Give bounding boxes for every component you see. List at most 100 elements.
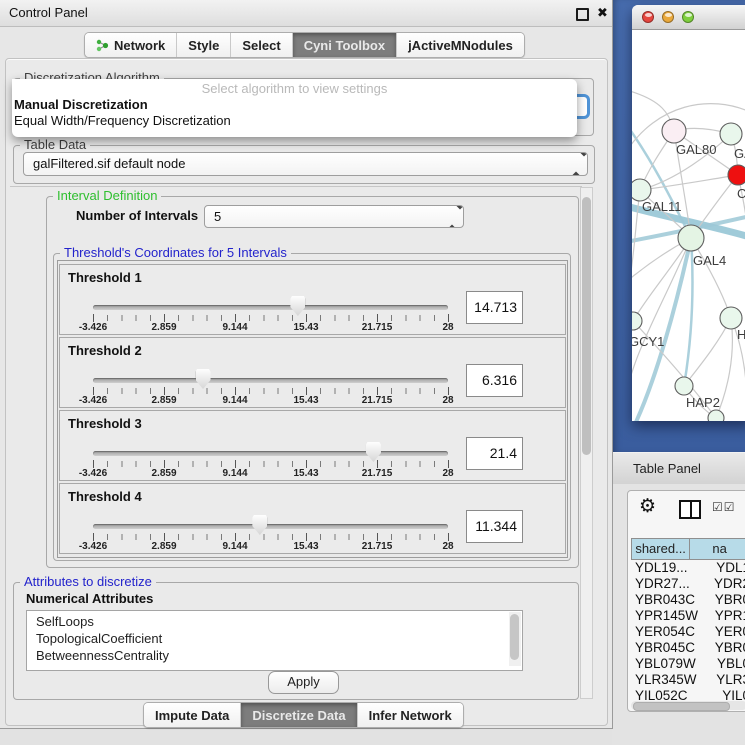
table-panel-titlebar[interactable]: Table Panel [612,452,745,486]
table-cell[interactable]: YBR0 [701,640,745,656]
table-cell[interactable]: YBR043C [631,592,701,608]
table-cell[interactable]: YBL0 [703,656,745,672]
column-header[interactable]: na [690,539,745,559]
table-cell[interactable]: YBR0 [701,592,745,608]
table-row[interactable]: YIL052CYIL0 [631,688,745,700]
table-row[interactable]: YER054CYER0 [631,624,745,640]
close-button[interactable] [642,11,654,23]
slider-handle[interactable] [252,515,267,535]
table-cell[interactable]: YDR2 [700,576,745,592]
window-title: Control Panel [9,5,88,20]
scrollbar-thumb[interactable] [582,197,591,455]
threshold-value-field[interactable]: 14.713 [466,291,523,324]
network-node-label: GAL80 [676,142,716,157]
network-edge[interactable] [640,175,738,190]
combobox-stepper-icon [448,209,456,224]
tab-network[interactable]: Network [85,33,177,57]
table-cell[interactable]: YLR345W [631,672,702,688]
threshold-value-field[interactable]: 6.316 [466,364,523,397]
minimize-button[interactable] [662,11,674,23]
slider-track[interactable] [93,378,448,383]
network-node[interactable] [675,377,693,395]
network-canvas[interactable]: GAL80GACGAL11GAL4GCY1HHAP2 [632,30,745,421]
gear-icon[interactable]: ⚙ [639,497,656,517]
list-item[interactable]: BetweennessCentrality [27,647,522,664]
table-data-combobox[interactable]: galFiltered.sif default node [23,152,588,176]
table-cell[interactable]: YER0 [701,624,745,640]
table-cell[interactable]: YIL0 [708,688,745,700]
float-icon[interactable] [576,8,589,21]
threshold-row: Threshold 4-3.4262.8599.14415.4321.71528… [59,483,566,554]
table-cell[interactable]: YPR1 [701,608,745,624]
network-window-titlebar[interactable] [632,5,745,30]
column-header[interactable]: shared... [632,539,690,559]
close-icon[interactable]: ✖ [597,5,608,21]
tab-cyni-toolbox[interactable]: Cyni Toolbox [293,33,397,57]
slider-major-tick [164,387,165,395]
slider-handle[interactable] [290,296,305,316]
tab-impute-data[interactable]: Impute Data [144,703,241,727]
slider-handle[interactable] [196,369,211,389]
network-node[interactable] [632,312,642,330]
control-panel-titlebar[interactable]: Control Panel ✖ [0,0,612,27]
dropdown-option[interactable]: Equal Width/Frequency Discretization [12,113,577,129]
vertical-scrollbar[interactable] [580,187,593,699]
checkbox-icons[interactable]: ☑☑ [712,500,736,514]
dropdown-option[interactable]: Manual Discretization [12,97,577,113]
tab-style[interactable]: Style [177,33,231,57]
slider-track[interactable] [93,305,448,310]
table-cell[interactable]: YDR27... [631,576,700,592]
tab-jactivemnodules[interactable]: jActiveMNodules [397,33,524,57]
network-node[interactable] [678,225,704,251]
list-item[interactable]: SelfLoops [27,613,522,630]
slider-tick-label: -3.426 [79,395,107,406]
slider-track[interactable] [93,451,448,456]
attributes-list[interactable]: SelfLoopsTopologicalCoefficientBetweenne… [26,610,523,671]
threshold-value-field[interactable]: 21.4 [466,437,523,470]
network-node[interactable] [662,119,686,143]
table-row[interactable]: YLR345WYLR3 [631,672,745,688]
num-intervals-combobox[interactable]: 5 [204,205,464,228]
table-row[interactable]: YBL079WYBL0 [631,656,745,672]
apply-button[interactable]: Apply [268,671,339,694]
table-cell[interactable]: YBR045C [631,640,701,656]
table-cell[interactable]: YIL052C [631,688,708,700]
table-cell[interactable]: YER054C [631,624,701,640]
table-cell[interactable]: YLR3 [702,672,745,688]
horizontal-scrollbar[interactable] [631,701,745,710]
scrollbar-thumb[interactable] [633,702,730,711]
table-row[interactable]: YDL19...YDL1 [631,560,745,576]
slider-major-tick [448,460,449,468]
list-item[interactable]: TopologicalCoefficient [27,630,522,647]
network-node[interactable] [720,307,742,329]
table-row[interactable]: YPR145WYPR1 [631,608,745,624]
slider-tick-label: 21.715 [362,468,393,479]
scrollbar-thumb[interactable] [510,614,519,660]
tab-infer-network[interactable]: Infer Network [358,703,463,727]
split-view-icon[interactable] [679,500,701,519]
slider-track[interactable] [93,524,448,529]
table-cell[interactable]: YBL079W [631,656,703,672]
zoom-button[interactable] [682,11,694,23]
table-row[interactable]: YBR045CYBR0 [631,640,745,656]
slider-handle[interactable] [366,442,381,462]
table-cell[interactable]: YPR145W [631,608,701,624]
network-node[interactable] [708,410,724,421]
tab-select[interactable]: Select [231,33,292,57]
list-scrollbar[interactable] [509,612,521,666]
table-cell[interactable]: YDL19... [631,560,702,576]
network-node[interactable] [720,123,742,145]
tab-discretize-data[interactable]: Discretize Data [241,703,357,727]
screen: GAL80GACGAL11GAL4GCY1HHAP2 Table Panel ⚙… [0,0,745,745]
network-view-window[interactable]: GAL80GACGAL11GAL4GCY1HHAP2 [632,5,745,420]
threshold-row: Threshold 3-3.4262.8599.14415.4321.71528… [59,410,566,481]
threshold-value-field[interactable]: 11.344 [466,510,523,543]
slider-tick-label: 15.43 [293,541,318,552]
table-cell[interactable]: YDL1 [702,560,745,576]
table-row[interactable]: YBR043CYBR0 [631,592,745,608]
gloss [645,13,652,17]
network-node[interactable] [728,165,745,185]
slider-major-tick [235,533,236,541]
network-node[interactable] [632,179,651,201]
table-row[interactable]: YDR27...YDR2 [631,576,745,592]
